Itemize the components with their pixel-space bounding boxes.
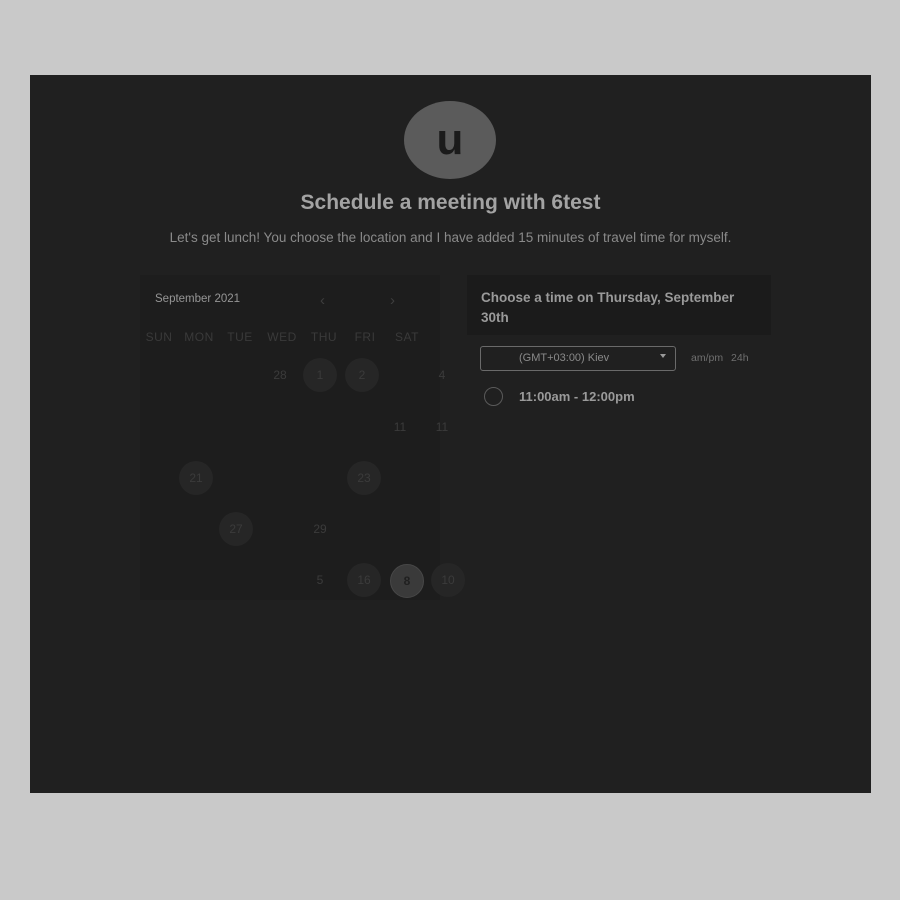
calendar: September 2021 ‹ › SUN MON TUE WED THU F… [140,275,465,600]
calendar-day-selected[interactable]: 8 [390,564,424,598]
timezone-select[interactable]: (GMT+03:00) Kiev [480,346,676,371]
weekday-thu: THU [310,330,338,344]
weekday-wed: WED [267,330,297,344]
timezone-label: (GMT+03:00) Kiev [519,352,610,364]
caret-down-icon [660,354,666,358]
time-slot[interactable]: 11:00am - 12:00pm [483,385,743,407]
chevron-left-icon[interactable]: ‹ [320,292,325,309]
calendar-day[interactable]: 4 [425,358,459,392]
page-title: Schedule a meeting with 6test [300,191,601,214]
chevron-right-icon[interactable]: › [390,292,395,309]
calendar-day[interactable]: 5 [303,563,337,597]
weekday-sat: SAT [395,330,419,344]
calendar-day[interactable]: 28 [263,358,297,392]
avatar: u [404,101,496,179]
time-heading: Choose a time on Thursday, September 30t… [481,290,735,325]
calendar-month-label: September 2021 [155,293,241,305]
format-24h-option[interactable]: 24h [731,352,749,364]
calendar-day[interactable]: 21 [179,461,213,495]
time-slot-label: 11:00am - 12:00pm [519,389,635,404]
calendar-day[interactable]: 11 [425,410,459,444]
time-panel-header: Choose a time on Thursday, September 30t… [467,275,771,335]
weekday-mon: MON [184,330,214,344]
time-format-toggle: am/pm 24h [691,352,754,364]
weekday-fri: FRI [354,330,376,344]
weekday-sun: SUN [145,330,173,344]
calendar-day[interactable]: 2 [345,358,379,392]
calendar-day[interactable]: 27 [219,512,253,546]
calendar-day[interactable]: 11 [383,410,417,444]
radio-icon[interactable] [484,387,503,406]
calendar-day[interactable]: 29 [303,512,337,546]
calendar-day[interactable]: 1 [303,358,337,392]
calendar-day[interactable]: 16 [347,563,381,597]
page-subtitle: Let's get lunch! You choose the location… [169,230,732,245]
weekday-tue: TUE [227,330,253,344]
format-ampm-option[interactable]: am/pm [691,352,723,364]
calendar-day[interactable]: 23 [347,461,381,495]
scheduler-panel: u Schedule a meeting with 6test Let's ge… [30,75,871,793]
calendar-day[interactable]: 10 [431,563,465,597]
